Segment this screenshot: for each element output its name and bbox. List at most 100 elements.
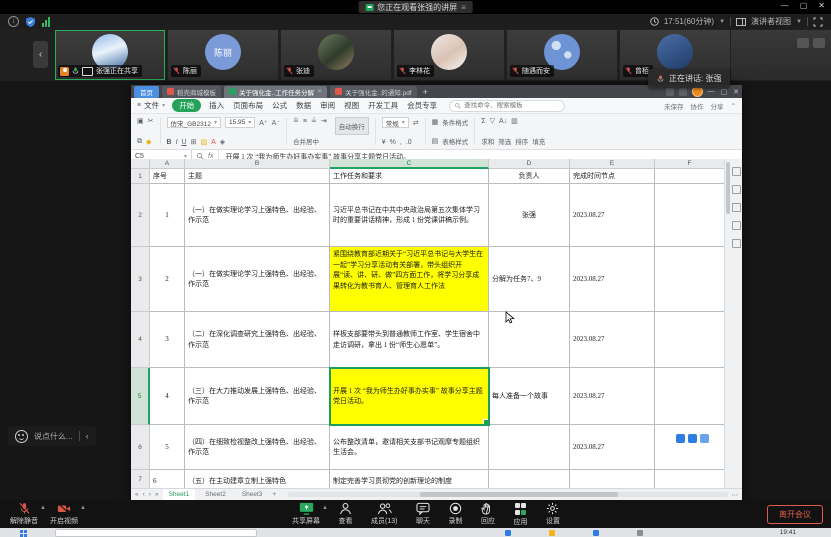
empty-cell[interactable] (655, 312, 725, 368)
col-header-e[interactable]: E (570, 159, 655, 169)
row-header-selected[interactable]: 5 (131, 368, 150, 425)
tile-corner-icons[interactable] (797, 38, 825, 48)
save-status[interactable]: 未保存 (664, 101, 684, 111)
help-pane-icon[interactable] (732, 239, 741, 248)
cell-no[interactable]: 1 (150, 184, 185, 247)
emoji-icon[interactable] (15, 430, 28, 443)
convert-icon[interactable]: ⇄ (413, 119, 419, 127)
row-header[interactable]: 2 (131, 184, 150, 247)
align-middle-icon[interactable]: ≡ (303, 118, 307, 125)
video-tile[interactable]: 李林花 (394, 30, 504, 80)
row-header[interactable]: 4 (131, 312, 150, 368)
ribbon-collapse-icon[interactable]: ⌃ (731, 102, 736, 110)
cell-no[interactable]: 5 (150, 425, 185, 470)
sheet-nav-prev-icon[interactable]: ‹ (143, 491, 145, 498)
bold-button[interactable]: B (167, 139, 172, 146)
empty-cell[interactable] (655, 368, 725, 425)
tools-pane-icon[interactable] (732, 221, 741, 230)
fullscreen-icon[interactable] (813, 17, 823, 27)
paste-icon[interactable]: ▣ (137, 117, 144, 125)
sheet-tab-2[interactable]: Sheet2 (199, 489, 232, 500)
shield-icon[interactable] (26, 17, 35, 27)
cell-due[interactable] (570, 470, 655, 489)
cell-task[interactable]: 习近平总书记在中共中央政治局第五次集体学习时的重要讲话精神，形成 1 份党课讲稿… (330, 184, 489, 247)
quick-icon-light-blue[interactable] (700, 434, 709, 443)
taskbar-app-icon[interactable] (637, 530, 643, 536)
cell-no[interactable]: 3 (150, 312, 185, 368)
taskbar-app-icon[interactable] (593, 530, 599, 536)
video-tile[interactable]: 随遇而安 (507, 30, 617, 80)
col-header-d[interactable]: D (489, 159, 570, 169)
chat-quick-bubble[interactable]: 说点什么... ‹ (8, 426, 96, 446)
taskbar-app-icon[interactable] (505, 530, 511, 536)
record-button[interactable]: 录制 (448, 502, 462, 527)
close-button[interactable]: ✕ (818, 1, 825, 10)
fill-handle[interactable] (483, 419, 489, 425)
horizontal-scrollbar[interactable] (288, 492, 727, 497)
video-tile-sharing[interactable]: 张强正在共享 (55, 30, 165, 80)
font-size-select[interactable]: 15.95 ▾ (225, 117, 255, 128)
italic-button[interactable]: I (176, 139, 178, 146)
panel-icon[interactable] (679, 88, 687, 96)
wps-home-tab[interactable]: 首页 (134, 86, 159, 98)
vertical-scrollbar[interactable] (726, 162, 730, 214)
header-cell-no[interactable]: 序号 (150, 169, 185, 184)
header-cell-due[interactable]: 完成时间节点 (570, 169, 655, 184)
empty-cell[interactable] (655, 169, 725, 184)
cell-due[interactable]: 2023.08.27 (570, 184, 655, 247)
wps-doc-tab-template[interactable]: 稻壳商城模板 (162, 86, 221, 98)
taskbar-search-box[interactable] (55, 529, 257, 537)
indent-icon[interactable]: ⇥ (321, 117, 327, 125)
increase-font-icon[interactable]: A⁺ (259, 119, 267, 127)
minimize-button[interactable]: — (781, 1, 789, 10)
col-header-f[interactable]: F (655, 159, 725, 169)
wps-maximize-button[interactable]: ▢ (721, 88, 728, 96)
collaborate-button[interactable]: 协作 (691, 101, 704, 111)
empty-cell[interactable] (655, 470, 725, 489)
quick-icon-blue[interactable] (676, 434, 685, 443)
chat-input-placeholder[interactable]: 说点什么... (34, 431, 73, 442)
task-pane-icon[interactable] (732, 167, 741, 176)
menu-tab-page-layout[interactable]: 页面布局 (232, 100, 264, 111)
align-top-icon[interactable]: ≞ (293, 117, 299, 125)
cell-due[interactable]: 2023.08.27 (570, 312, 655, 368)
cell-owner[interactable]: 分解为任务7、9 (489, 247, 570, 312)
quick-icon-blue[interactable] (688, 434, 697, 443)
sheet-nav-last-icon[interactable]: » (155, 491, 159, 498)
cell-theme[interactable]: （四）在细致检视整改上强特色、出经验、作示范 (185, 425, 330, 470)
number-format-select[interactable]: 常规 ▾ (382, 117, 409, 128)
fill-color-button[interactable]: ▨ (200, 138, 207, 146)
format-painter-icon[interactable]: ◆ (146, 138, 151, 146)
strip-collapse-button[interactable]: ‹ (33, 41, 48, 68)
cell-owner[interactable] (489, 470, 570, 489)
wps-close-button[interactable]: ✕ (733, 88, 739, 96)
cell-theme[interactable]: （二）在深化调查研究上强特色、出经验、作示范 (185, 312, 330, 368)
video-tile-partial[interactable] (731, 30, 831, 80)
file-menu[interactable]: ≡ 文件 ▾ (137, 100, 165, 111)
wps-doc-tab-xlsx[interactable]: 关于强化金..工作任务分解 ✕ (224, 86, 327, 98)
row-header[interactable]: 6 (131, 425, 150, 470)
cell-task[interactable]: 制定完善学习贯彻党的创新理论的制度 (330, 470, 489, 489)
borders-button[interactable]: ⊞ (191, 138, 197, 146)
tab-close-icon[interactable]: ✕ (317, 88, 322, 95)
unmute-button[interactable]: ▲ 解除静音 (10, 502, 38, 526)
col-header-c-selected[interactable]: C (330, 159, 489, 169)
layout-icon[interactable] (666, 88, 674, 96)
mic-options-caret[interactable]: ▲ (40, 505, 46, 511)
align-bottom-icon[interactable]: ≟ (311, 117, 317, 125)
reactions-button[interactable]: 回应 (481, 502, 495, 527)
table-style-button[interactable]: 表格样式 (442, 136, 468, 146)
sum-button[interactable]: 求和 (481, 136, 494, 146)
filter-button[interactable]: 筛选 (498, 136, 511, 146)
command-search-input[interactable] (464, 102, 554, 109)
cell-theme[interactable]: （三）在大力推动发展上强特色、出经验、作示范 (185, 368, 330, 425)
cell-due[interactable]: 2023.08.27 (570, 368, 655, 425)
row-header[interactable]: 7 (131, 470, 150, 489)
comment-pane-icon[interactable] (732, 203, 741, 212)
watching-banner[interactable]: 您正在观看张强的讲屏 ≡ (358, 1, 473, 13)
start-video-button[interactable]: ▲ 开启视频 (50, 502, 78, 526)
menu-tab-formulas[interactable]: 公式 (271, 100, 288, 111)
menu-tab-dev-tools[interactable]: 开发工具 (367, 100, 399, 111)
select-all-corner[interactable] (131, 159, 150, 169)
share-screen-button[interactable]: ▲ 共享屏幕 (292, 502, 320, 527)
